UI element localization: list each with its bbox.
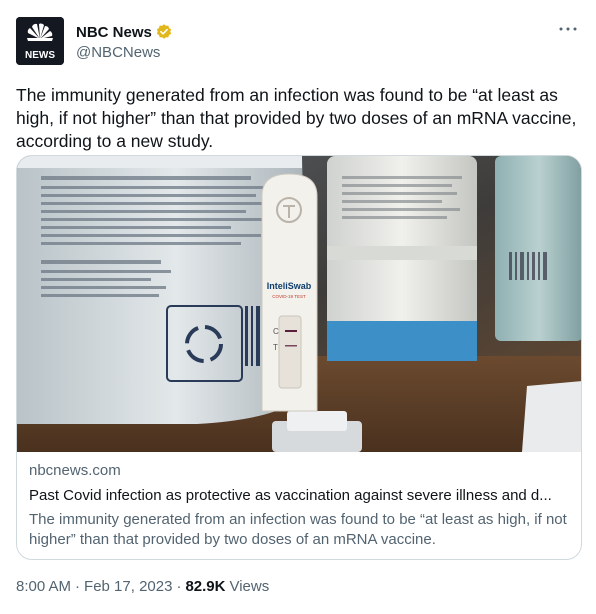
card-title: Past Covid infection as protective as va… — [29, 487, 552, 504]
test-subtitle: COVID-19 TEST — [272, 294, 306, 299]
more-options-icon[interactable] — [558, 22, 578, 36]
views-count: 82.9K — [185, 578, 226, 595]
avatar-text: NEWS — [25, 50, 55, 61]
test-t-label: T — [273, 343, 278, 352]
tweet: NEWS NBC News @NBCNews The immunity gene… — [0, 0, 596, 614]
link-card[interactable]: InteliSwab COVID-19 TEST C T nbcnews.com… — [16, 155, 582, 560]
card-description: The immunity generated from an infection… — [29, 511, 567, 548]
tweet-meta: 8:00 AM · Feb 17, 2023 · 82.9K Views — [16, 578, 269, 595]
test-c-label: C — [273, 327, 279, 336]
tweet-text: The immunity generated from an infection… — [16, 85, 577, 151]
tweet-date[interactable]: Feb 17, 2023 — [84, 578, 172, 595]
meta-separator: · — [75, 578, 81, 595]
card-image[interactable]: InteliSwab COVID-19 TEST C T — [17, 156, 581, 452]
test-device: InteliSwab COVID-19 TEST C T — [261, 173, 318, 412]
nbc-peacock-logo: NEWS — [16, 17, 64, 65]
tweet-time[interactable]: 8:00 AM — [16, 578, 71, 595]
verified-badge-icon[interactable] — [155, 23, 173, 41]
display-name[interactable]: NBC News — [76, 24, 152, 41]
meta-separator: · — [176, 578, 182, 595]
handle[interactable]: @NBCNews — [76, 44, 173, 61]
card-domain: nbcnews.com — [29, 462, 121, 479]
teal-bottle — [495, 156, 581, 341]
author-header: NBC News @NBCNews — [76, 22, 173, 61]
views-label: Views — [229, 578, 270, 595]
display-name-row: NBC News — [76, 22, 173, 42]
avatar[interactable]: NEWS — [16, 17, 64, 65]
card-body: nbcnews.com Past Covid infection as prot… — [29, 461, 571, 550]
test-brand: InteliSwab — [267, 281, 312, 291]
